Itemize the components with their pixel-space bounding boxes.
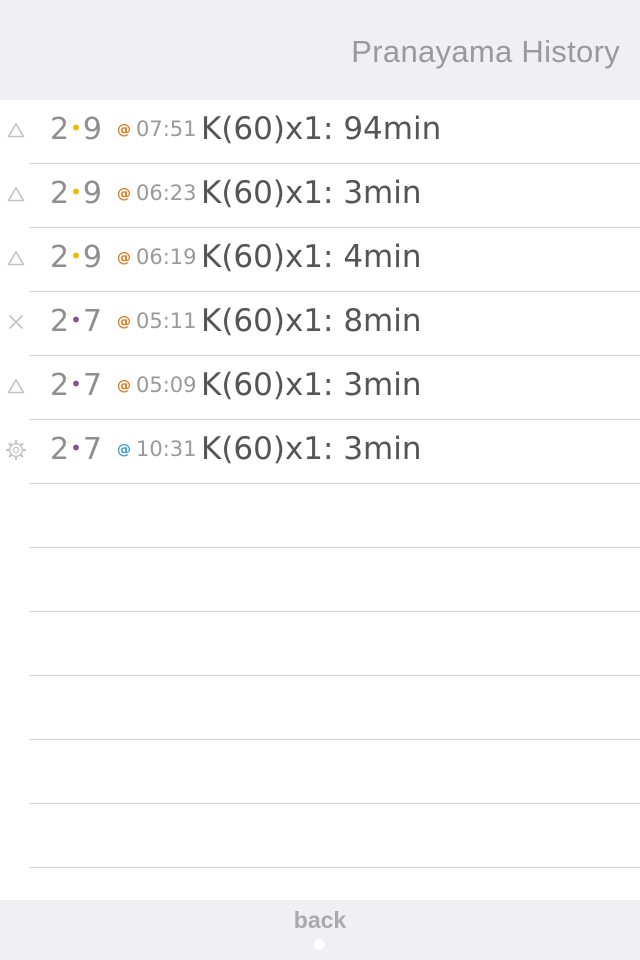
day-left: 2 — [50, 112, 70, 147]
day-left: 2 — [50, 176, 70, 211]
day-left: 2 — [50, 368, 70, 403]
day-label: 2•9 — [50, 112, 102, 147]
session-summary: K(60)x1: 94min — [201, 111, 442, 147]
day-label: 2•7 — [50, 368, 102, 403]
history-row[interactable]: 2•9 @06:19 K(60)x1: 4min — [0, 228, 640, 292]
triangle-icon — [4, 246, 28, 270]
triangle-icon — [4, 182, 28, 206]
at-symbol: @ — [117, 442, 131, 458]
history-row[interactable]: 2•9 @06:23 K(60)x1: 3min — [0, 164, 640, 228]
back-button[interactable]: back — [0, 907, 640, 934]
day-right: 9 — [82, 240, 102, 275]
row-separator — [30, 483, 640, 484]
day-label: 2•9 — [50, 240, 102, 275]
day-dot: • — [70, 372, 82, 396]
day-dot: • — [70, 116, 82, 140]
at-symbol: @ — [117, 122, 131, 138]
history-row[interactable]: 2•7 @10:31 K(60)x1: 3min — [0, 420, 640, 484]
day-right: 9 — [82, 112, 102, 147]
session-summary: K(60)x1: 3min — [201, 431, 422, 467]
day-right: 9 — [82, 176, 102, 211]
triangle-icon — [4, 374, 28, 398]
time-label: 05:11 — [136, 309, 197, 333]
time-label: 06:19 — [136, 245, 197, 269]
at-symbol: @ — [117, 378, 131, 394]
day-dot: • — [70, 244, 82, 268]
day-dot: • — [70, 308, 82, 332]
page-title: Pranayama History — [351, 34, 620, 69]
row-separator — [30, 739, 640, 740]
time-label: 06:23 — [136, 181, 197, 205]
gear-icon — [4, 438, 28, 462]
row-separator — [30, 675, 640, 676]
row-separator — [30, 803, 640, 804]
row-separator — [30, 867, 640, 868]
history-row[interactable]: 2•7 @05:11 K(60)x1: 8min — [0, 292, 640, 356]
footer-bar: back — [0, 900, 640, 960]
at-symbol: @ — [117, 186, 131, 202]
day-label: 2•7 — [50, 432, 102, 467]
day-right: 7 — [82, 368, 102, 403]
nav-header: Pranayama History — [0, 0, 640, 100]
history-row[interactable]: 2•7 @05:09 K(60)x1: 3min — [0, 356, 640, 420]
day-dot: • — [70, 180, 82, 204]
time-label: 07:51 — [136, 117, 197, 141]
history-list: 2•9 @07:51 K(60)x1: 94min 2•9 @06:23 K(60)x1:… — [0, 100, 640, 900]
at-symbol: @ — [117, 250, 131, 266]
page-indicator-dot — [314, 939, 325, 950]
time-label: 05:09 — [136, 373, 197, 397]
row-separator — [30, 547, 640, 548]
day-right: 7 — [82, 432, 102, 467]
day-left: 2 — [50, 304, 70, 339]
session-summary: K(60)x1: 4min — [201, 239, 422, 275]
session-summary: K(60)x1: 8min — [201, 303, 422, 339]
history-row[interactable]: 2•9 @07:51 K(60)x1: 94min — [0, 100, 640, 164]
at-symbol: @ — [117, 314, 131, 330]
day-right: 7 — [82, 304, 102, 339]
row-separator — [30, 611, 640, 612]
triangle-icon — [4, 118, 28, 142]
day-left: 2 — [50, 432, 70, 467]
time-label: 10:31 — [136, 437, 197, 461]
day-label: 2•9 — [50, 176, 102, 211]
x-icon — [4, 310, 28, 334]
day-left: 2 — [50, 240, 70, 275]
day-label: 2•7 — [50, 304, 102, 339]
session-summary: K(60)x1: 3min — [201, 175, 422, 211]
day-dot: • — [70, 436, 82, 460]
session-summary: K(60)x1: 3min — [201, 367, 422, 403]
